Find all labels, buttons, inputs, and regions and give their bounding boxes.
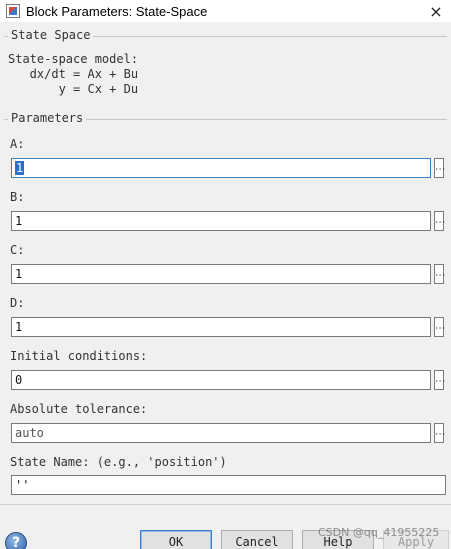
title-bar: Block Parameters: State-Space × — [0, 0, 451, 22]
param-more-button-initial-conditions[interactable]: ⋮ — [434, 370, 445, 390]
param-label-a: A: — [10, 137, 25, 151]
param-label-d: D: — [10, 296, 25, 310]
more-options-icon: ⋮ — [434, 376, 445, 384]
window-title: Block Parameters: State-Space — [26, 3, 208, 19]
param-label-initial-conditions: Initial conditions: — [10, 349, 148, 363]
param-value-state-name: '' — [15, 478, 30, 492]
param-label-c: C: — [10, 243, 25, 257]
param-value-absolute-tolerance: auto — [15, 426, 44, 440]
parameters-legend: Parameters — [8, 111, 87, 125]
button-bar-divider — [0, 504, 451, 505]
param-label-absolute-tolerance: Absolute tolerance: — [10, 402, 148, 416]
close-icon[interactable]: × — [421, 0, 451, 22]
help-icon[interactable]: ? — [5, 532, 27, 549]
cancel-button[interactable]: Cancel — [221, 530, 293, 549]
param-label-b: B: — [10, 190, 25, 204]
more-options-icon: ⋮ — [434, 270, 445, 278]
watermark: CSDN @qq_41955225 — [318, 526, 440, 539]
param-more-button-a[interactable]: ⋮ — [434, 158, 445, 178]
param-value-d: 1 — [15, 320, 23, 334]
param-field-d[interactable]: 1 — [11, 317, 431, 337]
state-space-group: State Space — [4, 28, 447, 42]
more-options-icon: ⋮ — [434, 323, 445, 331]
param-label-state-name: State Name: (e.g., 'position') — [10, 455, 227, 469]
param-field-initial-conditions[interactable]: 0 — [11, 370, 431, 390]
param-value-a: 1 — [15, 161, 25, 175]
simulink-block-icon — [6, 4, 20, 18]
param-field-state-name[interactable]: '' — [11, 475, 446, 495]
param-more-button-d[interactable]: ⋮ — [434, 317, 445, 337]
param-field-a[interactable]: 1 — [11, 158, 431, 178]
parameters-group: Parameters — [4, 111, 447, 125]
param-value-initial-conditions: 0 — [15, 373, 23, 387]
param-more-button-b[interactable]: ⋮ — [434, 211, 445, 231]
param-field-absolute-tolerance[interactable]: auto — [11, 423, 431, 443]
param-more-button-c[interactable]: ⋮ — [434, 264, 445, 284]
param-more-button-absolute-tolerance[interactable]: ⋮ — [434, 423, 445, 443]
param-field-b[interactable]: 1 — [11, 211, 431, 231]
ok-button[interactable]: OK — [140, 530, 212, 549]
more-options-icon: ⋮ — [434, 429, 445, 437]
state-space-legend: State Space — [8, 28, 94, 42]
param-value-c: 1 — [15, 267, 23, 281]
state-space-description: State-space model: dx/dt = Ax + Bu y = C… — [8, 52, 139, 96]
param-value-b: 1 — [15, 214, 23, 228]
param-field-c[interactable]: 1 — [11, 264, 431, 284]
more-options-icon: ⋮ — [434, 217, 445, 225]
more-options-icon: ⋮ — [434, 164, 445, 172]
